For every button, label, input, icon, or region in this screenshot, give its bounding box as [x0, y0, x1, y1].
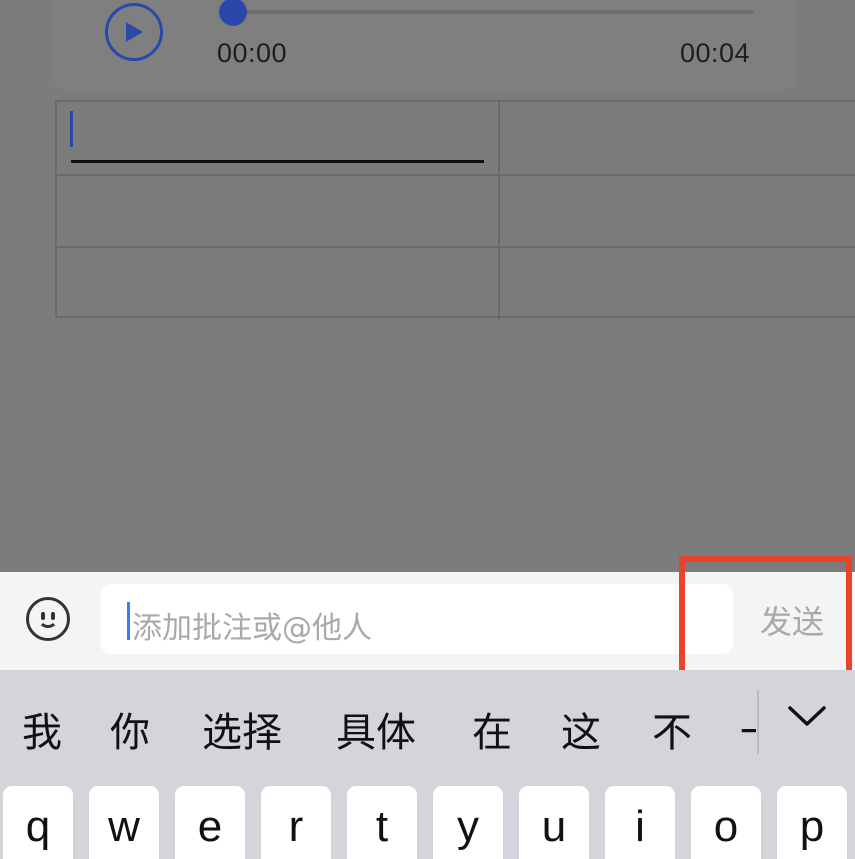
total-time: 00:04	[680, 38, 751, 68]
document-table	[55, 100, 855, 320]
text-caret	[70, 111, 73, 147]
emoji-mouth	[38, 614, 58, 628]
candidate-word[interactable]: 这	[561, 700, 601, 758]
cell-underline	[71, 160, 484, 163]
table-cell[interactable]	[500, 176, 855, 246]
candidate-word[interactable]: 你	[110, 700, 150, 758]
key-q[interactable]: q	[3, 786, 73, 859]
candidate-divider	[757, 690, 759, 754]
comment-placeholder: 添加批注或@他人	[132, 611, 372, 646]
send-highlight-box	[679, 556, 852, 681]
key-o[interactable]: o	[691, 786, 761, 859]
chevron-down-icon[interactable]	[786, 703, 828, 729]
candidate-word[interactable]: 具体	[336, 700, 416, 758]
key-e[interactable]: e	[175, 786, 245, 859]
key-r[interactable]: r	[261, 786, 331, 859]
candidate-bar: 我 你 选择 具体 在 这 不 一	[0, 670, 855, 780]
table-row	[57, 248, 855, 320]
document-area: 00:00 00:04	[0, 0, 855, 572]
table-cell[interactable]	[57, 248, 500, 320]
current-time: 00:00	[217, 38, 288, 68]
table-cell[interactable]	[57, 176, 500, 246]
key-w[interactable]: w	[89, 786, 159, 859]
comment-input[interactable]: 添加批注或@他人	[101, 584, 733, 654]
candidate-word[interactable]: 选择	[202, 700, 282, 758]
table-cell-active[interactable]	[57, 102, 500, 174]
table-cell[interactable]	[500, 248, 855, 320]
table-row	[57, 176, 855, 248]
key-u[interactable]: u	[519, 786, 589, 859]
key-y[interactable]: y	[433, 786, 503, 859]
candidate-word[interactable]: 不	[652, 700, 692, 758]
emoji-icon[interactable]	[26, 597, 70, 641]
input-caret	[127, 602, 130, 640]
candidate-word[interactable]: 我	[22, 700, 62, 758]
audio-progress-track[interactable]	[232, 10, 754, 14]
candidate-word[interactable]: 在	[472, 700, 512, 758]
table-cell[interactable]	[500, 102, 855, 174]
play-button[interactable]	[105, 3, 163, 61]
key-t[interactable]: t	[347, 786, 417, 859]
play-icon	[126, 22, 143, 42]
table-row	[57, 102, 855, 176]
candidate-word[interactable]: 一	[740, 700, 756, 758]
keyboard: 我 你 选择 具体 在 这 不 一 q w e r t y u i o p	[0, 670, 855, 859]
key-p[interactable]: p	[777, 786, 847, 859]
key-i[interactable]: i	[605, 786, 675, 859]
